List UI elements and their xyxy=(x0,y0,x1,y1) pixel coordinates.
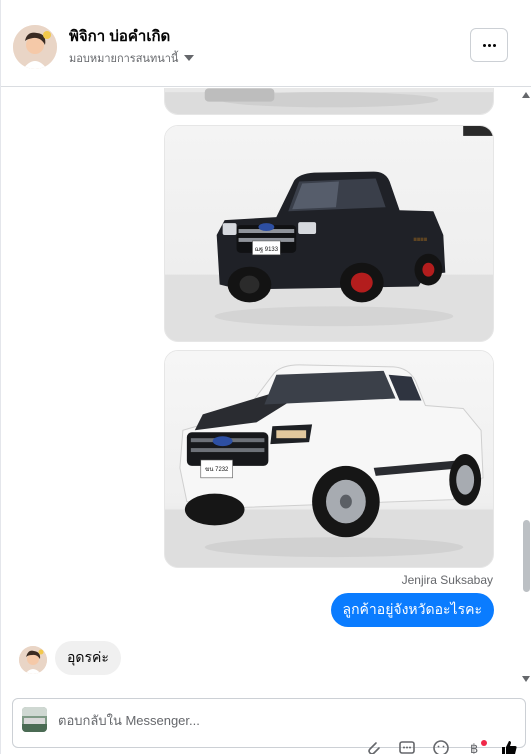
contact-avatar-small[interactable] xyxy=(19,646,47,674)
svg-text:฿: ฿ xyxy=(470,742,478,754)
scroll-down-arrow-icon[interactable] xyxy=(522,676,530,682)
message-template-icon[interactable] xyxy=(397,738,417,754)
message-photo-black-pickup[interactable]: ฌฐ 9133 ≡≡≡≡ xyxy=(164,125,494,342)
more-options-button[interactable] xyxy=(470,28,508,62)
assign-conversation-label: มอบหมายการสนทนานี้ xyxy=(69,53,179,65)
plate-text-black: ฌฐ 9133 xyxy=(255,246,279,253)
outgoing-message-bubble[interactable]: ลูกค้าอยู่จังหวัดอะไรคะ xyxy=(330,593,494,627)
message-photo-white-pickup[interactable]: ฆน 7232 xyxy=(164,350,494,568)
composer-toolbar: ฿ xyxy=(363,738,519,754)
message-photo[interactable] xyxy=(164,88,494,115)
notification-dot xyxy=(481,740,487,746)
assign-conversation-dropdown[interactable]: มอบหมายการสนทนานี้ xyxy=(69,49,195,67)
sender-name: Jenjira Suksabay xyxy=(401,573,493,587)
baht-payment-icon[interactable]: ฿ xyxy=(465,738,487,754)
contact-avatar[interactable] xyxy=(13,25,57,69)
attach-icon[interactable] xyxy=(363,738,383,754)
svg-text:≡≡≡≡: ≡≡≡≡ xyxy=(413,237,427,243)
caret-down-icon xyxy=(184,55,195,61)
thumbs-up-icon[interactable] xyxy=(499,738,519,754)
scrollbar-thumb[interactable] xyxy=(523,520,530,592)
messenger-conversation-window: พิจิกา บ่อคำเกิด มอบหมายการสนทนานี้ ฌฐ 9… xyxy=(0,0,531,754)
conversation-header: พิจิกา บ่อคำเกิด มอบหมายการสนทนานี้ xyxy=(1,0,531,87)
more-horizontal-icon xyxy=(482,43,486,47)
incoming-message-bubble[interactable]: อุดรค่ะ xyxy=(55,641,121,675)
contact-name[interactable]: พิจิกา บ่อคำเกิด xyxy=(69,24,170,48)
emoji-icon[interactable] xyxy=(431,738,451,754)
scroll-up-arrow-icon[interactable] xyxy=(522,92,530,98)
plate-text-white: ฆน 7232 xyxy=(205,466,228,473)
reply-input[interactable] xyxy=(58,710,478,730)
page-avatar xyxy=(22,707,47,732)
message-thread[interactable]: ฌฐ 9133 ≡≡≡≡ ฆน 7232 Jenjira Suksabay ลู… xyxy=(1,88,531,692)
